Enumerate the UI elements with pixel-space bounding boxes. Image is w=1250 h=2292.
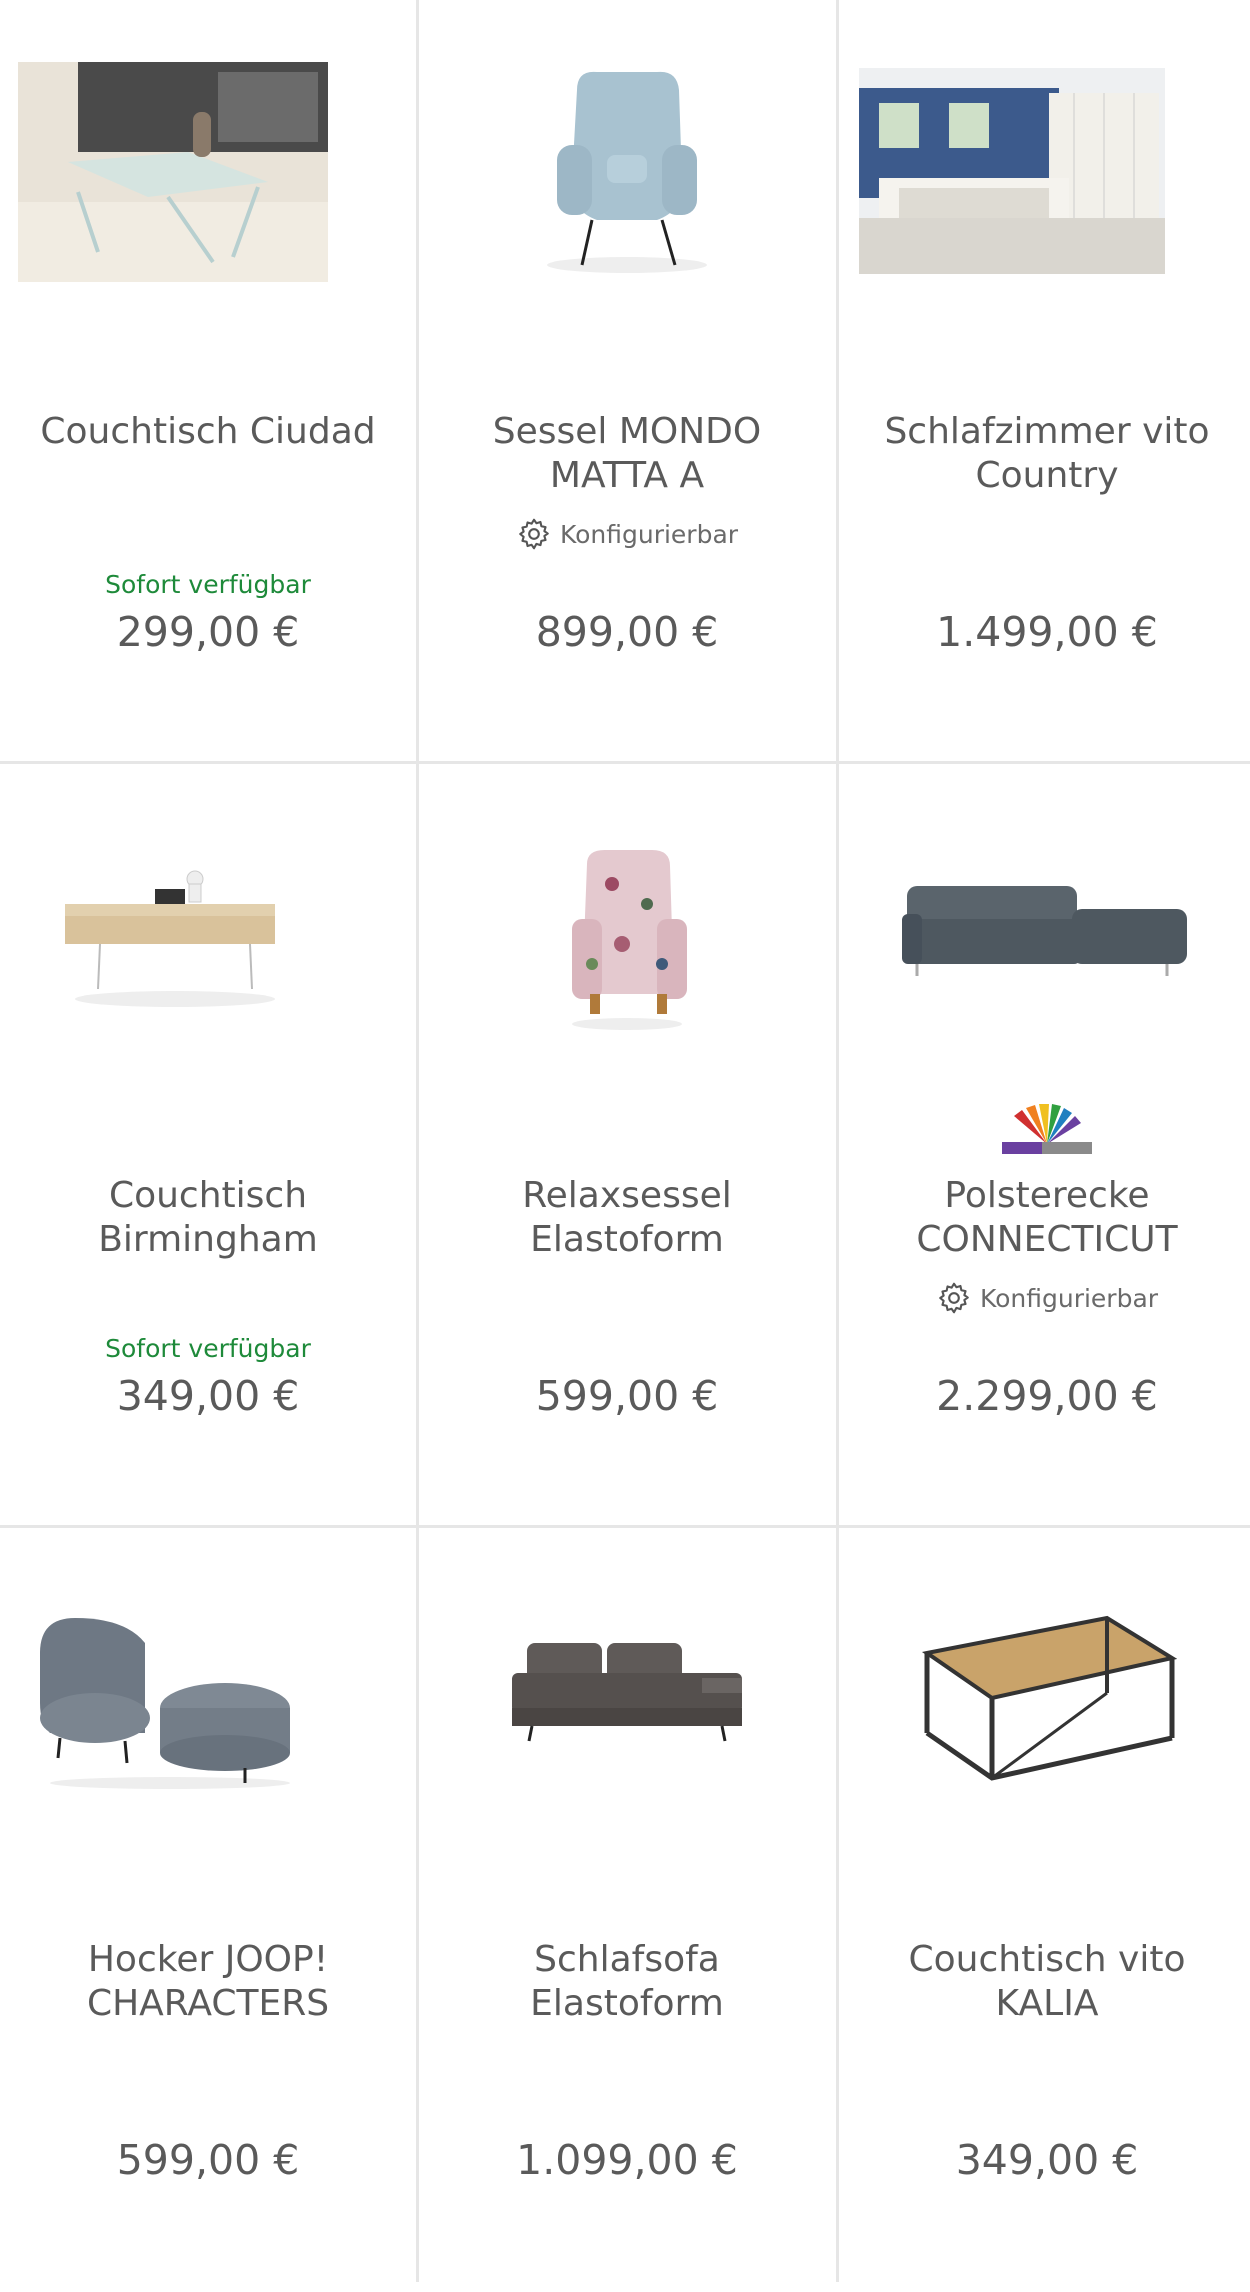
floral-armchair-image <box>572 849 687 1030</box>
color-fan-icon <box>1002 1104 1092 1154</box>
lounge-chair-ottoman-image <box>40 1618 290 1789</box>
product-image[interactable] <box>0 0 416 300</box>
corner-sofa-image <box>902 886 1187 976</box>
product-image[interactable] <box>839 1528 1250 1828</box>
wingback-armchair-image <box>547 71 707 273</box>
product-card[interactable]: Schlafsofa Elastoform 1.099,00 € <box>419 1528 835 2292</box>
color-variants-swatch <box>839 1104 1250 1160</box>
product-title[interactable]: Sessel MONDO MATTA A <box>439 410 815 498</box>
product-price: 349,00 € <box>955 2136 1139 2184</box>
product-image[interactable] <box>839 764 1250 1064</box>
configurable-label: Konfigurierbar <box>979 1283 1159 1313</box>
product-image[interactable] <box>0 764 416 1064</box>
product-title[interactable]: Couchtisch Ciudad <box>20 410 396 454</box>
product-price: 899,00 € <box>535 608 719 656</box>
gear-icon <box>519 518 549 550</box>
product-image[interactable] <box>419 764 835 1064</box>
configurable-label: Konfigurierbar <box>559 519 739 549</box>
product-title[interactable]: Relaxsessel Elastoform <box>439 1174 815 1262</box>
product-card[interactable]: Relaxsessel Elastoform 599,00 € <box>419 764 835 1528</box>
product-card[interactable]: Sessel MONDO MATTA A Konfigurierbar 899,… <box>419 0 835 764</box>
availability-label: Sofort verfügbar <box>105 1334 311 1363</box>
glass-coffee-table-image <box>18 62 328 282</box>
product-card[interactable]: Couchtisch vito KALIA 349,00 € <box>839 1528 1250 2292</box>
product-title[interactable]: Hocker JOOP! CHARACTERS <box>20 1938 396 2026</box>
wooden-coffee-table-image <box>65 870 275 1007</box>
product-price: 349,00 € <box>116 1372 300 1420</box>
availability-label: Sofort verfügbar <box>105 570 311 599</box>
product-title[interactable]: Couchtisch Birmingham <box>20 1174 396 1262</box>
product-price: 599,00 € <box>535 1372 719 1420</box>
product-title[interactable]: Polsterecke CONNECTICUT <box>859 1174 1235 1262</box>
metal-frame-table-image <box>921 1615 1177 1781</box>
product-grid: Couchtisch Ciudad Sofort verfügbar 299,0… <box>0 0 1250 2282</box>
bedroom-set-image <box>859 68 1165 274</box>
product-title[interactable]: Couchtisch vito KALIA <box>859 1938 1235 2026</box>
product-image[interactable] <box>419 0 835 300</box>
product-card[interactable]: Hocker JOOP! CHARACTERS 599,00 € <box>0 1528 416 2292</box>
product-price: 299,00 € <box>116 608 300 656</box>
product-image[interactable] <box>0 1528 416 1828</box>
product-price: 599,00 € <box>116 2136 300 2184</box>
configurable-badge: Konfigurierbar <box>419 516 835 552</box>
product-card[interactable]: Polsterecke CONNECTICUT Konfigurierbar 2… <box>839 764 1250 1528</box>
sleeper-sofa-image <box>512 1643 742 1742</box>
configurable-badge: Konfigurierbar <box>839 1280 1250 1316</box>
gear-icon <box>939 1282 969 1314</box>
product-price: 1.099,00 € <box>516 2136 738 2184</box>
product-image[interactable] <box>839 0 1250 300</box>
product-card[interactable]: Couchtisch Ciudad Sofort verfügbar 299,0… <box>0 0 416 764</box>
product-image[interactable] <box>419 1528 835 1828</box>
product-title[interactable]: Schlafzimmer vito Country <box>859 410 1235 498</box>
product-card[interactable]: Schlafzimmer vito Country 1.499,00 € <box>839 0 1250 764</box>
product-price: 1.499,00 € <box>936 608 1158 656</box>
product-card[interactable]: Couchtisch Birmingham Sofort verfügbar 3… <box>0 764 416 1528</box>
product-price: 2.299,00 € <box>936 1372 1158 1420</box>
product-title[interactable]: Schlafsofa Elastoform <box>439 1938 815 2026</box>
